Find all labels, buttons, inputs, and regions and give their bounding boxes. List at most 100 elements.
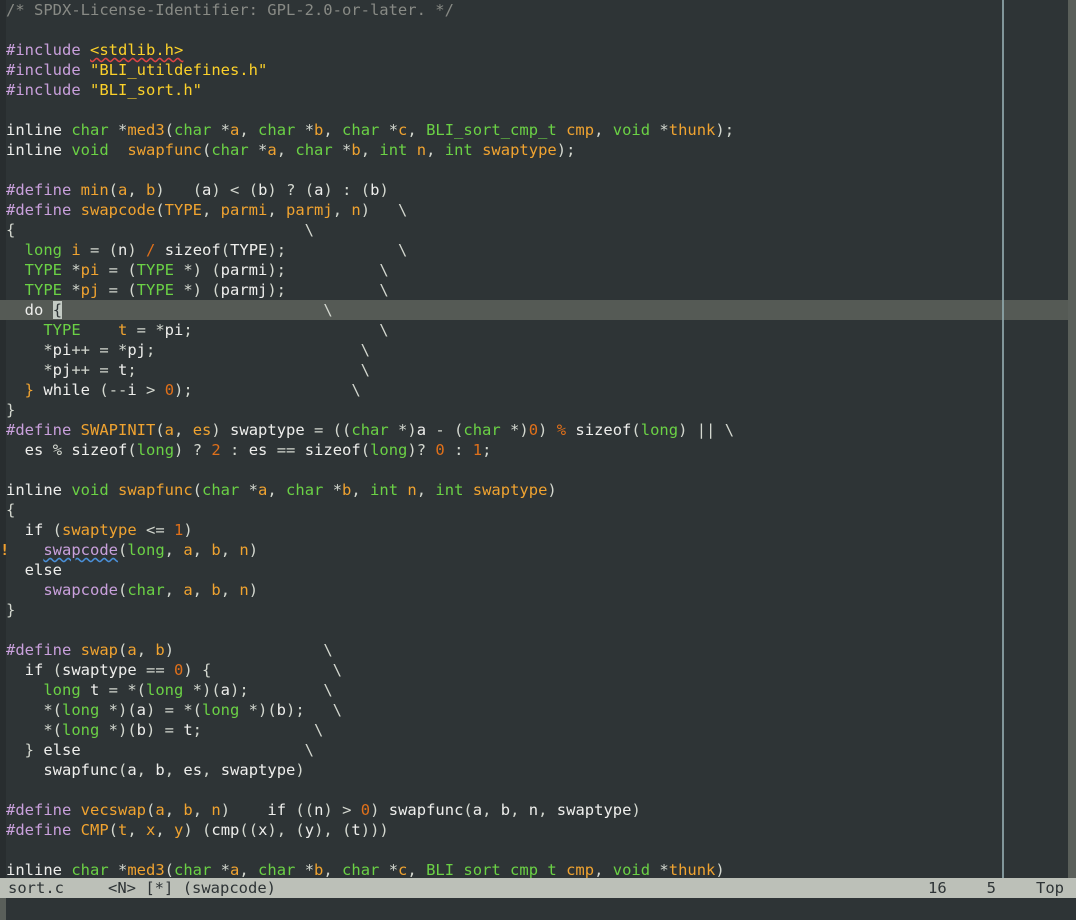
code-line[interactable]: { — [0, 500, 1068, 520]
code-line[interactable] — [0, 460, 1068, 480]
code-token: t — [351, 821, 361, 839]
code-line[interactable]: #define vecswap(a, b, n) if ((n) > 0) sw… — [0, 800, 1068, 820]
code-token: * — [239, 481, 259, 499]
code-token: #define — [6, 201, 72, 219]
code-line[interactable]: long i = (n) / sizeof(TYPE); \ — [0, 240, 1068, 260]
code-line[interactable]: swapcode(char, a, b, n) — [0, 580, 1068, 600]
code-token: ( — [43, 661, 63, 679]
code-line[interactable]: #include "BLI_sort.h" — [0, 80, 1068, 100]
code-line[interactable]: TYPE t = *pi; \ — [0, 320, 1068, 340]
code-line[interactable]: #define CMP(t, x, y) (cmp((x), (y), (t))… — [0, 820, 1068, 840]
code-line[interactable]: *pi++ = *pj; \ — [0, 340, 1068, 360]
code-line[interactable]: #include "BLI_utildefines.h" — [0, 60, 1068, 80]
code-line[interactable]: *pj++ = t; \ — [0, 360, 1068, 380]
code-token: ( — [155, 421, 165, 439]
code-line[interactable]: ! swapcode(long, a, b, n) — [0, 540, 1068, 560]
code-line[interactable] — [0, 840, 1068, 860]
code-token: a — [118, 181, 128, 199]
code-line[interactable]: inline void swapfunc(char *a, char *b, i… — [0, 140, 1068, 160]
code-line[interactable]: } while (--i > 0); \ — [0, 380, 1068, 400]
code-line[interactable] — [0, 620, 1068, 640]
code-line[interactable]: long t = *(long *)(a); \ — [0, 680, 1068, 700]
editor-buffer[interactable]: /* SPDX-License-Identifier: GPL-2.0-or-l… — [0, 0, 1076, 878]
code-line[interactable]: #define swapcode(TYPE, parmi, parmj, n) … — [0, 200, 1068, 220]
code-token: cmp — [566, 861, 595, 878]
code-token: 1 — [472, 441, 483, 459]
code-token: , — [510, 801, 529, 819]
code-line[interactable]: } — [0, 400, 1068, 420]
vertical-scrollbar[interactable] — [1068, 0, 1076, 878]
code-line[interactable]: TYPE *pj = (TYPE *) (parmj); \ — [0, 280, 1068, 300]
command-line[interactable] — [0, 898, 1076, 920]
code-token: = ( — [99, 281, 137, 299]
code-line[interactable]: #define swap(a, b) \ — [0, 640, 1068, 660]
code-token: ) — [248, 581, 259, 599]
code-token: BLI_sort_cmp_t — [426, 121, 557, 139]
code-token: pj — [52, 361, 72, 379]
code-token: <= — [136, 521, 174, 539]
code-line[interactable]: do { \ — [0, 300, 1068, 320]
code-token: ; — [482, 441, 492, 459]
code-token: } — [6, 601, 16, 619]
code-line[interactable]: #define min(a, b) (a) < (b) ? (a) : (b) — [0, 180, 1068, 200]
vim-editor-window: /* SPDX-License-Identifier: GPL-2.0-or-l… — [0, 0, 1076, 920]
code-lines-container[interactable]: /* SPDX-License-Identifier: GPL-2.0-or-l… — [0, 0, 1068, 878]
code-line[interactable]: *(long *)(b) = t; \ — [0, 720, 1068, 740]
code-line[interactable]: *(long *)(a) = *(long *)(b); \ — [0, 700, 1068, 720]
code-token: b — [155, 641, 165, 659]
code-line[interactable]: #define SWAPINIT(a, es) swaptype = ((cha… — [0, 420, 1068, 440]
code-token: swaptype — [62, 661, 137, 679]
code-line[interactable]: /* SPDX-License-Identifier: GPL-2.0-or-l… — [0, 0, 1068, 20]
code-line[interactable]: if (swaptype == 0) { \ — [0, 660, 1068, 680]
code-token: \ — [15, 221, 314, 239]
code-token: 0 — [174, 661, 184, 679]
code-token: ; — [183, 321, 193, 339]
code-token: #include — [6, 41, 81, 59]
code-line[interactable] — [0, 780, 1068, 800]
code-line[interactable]: swapfunc(a, b, es, swaptype) — [0, 760, 1068, 780]
code-token: ) ( — [155, 181, 203, 199]
code-line[interactable]: es % sizeof(long) ? 2 : es == sizeof(lon… — [0, 440, 1068, 460]
code-token: c — [398, 861, 408, 878]
code-line[interactable]: else — [0, 560, 1068, 580]
code-token: ( — [127, 441, 137, 459]
code-token: inline — [6, 121, 62, 139]
code-token: n — [407, 481, 417, 499]
code-line[interactable]: #include <stdlib.h> — [0, 40, 1068, 60]
code-line[interactable]: inline char *med3(char *a, char *b, char… — [0, 860, 1068, 878]
code-line[interactable]: TYPE *pi = (TYPE *) (parmi); \ — [0, 260, 1068, 280]
code-token: void — [71, 141, 109, 159]
code-token: * — [650, 861, 669, 878]
code-line[interactable] — [0, 20, 1068, 40]
code-line[interactable]: { \ — [0, 220, 1068, 240]
code-token: BLI_sort_cmp_t — [426, 861, 557, 878]
code-token: #include — [6, 61, 81, 79]
status-line-number: 16 — [927, 879, 947, 897]
code-line[interactable]: if (swaptype <= 1) — [0, 520, 1068, 540]
code-token: ) — [370, 801, 389, 819]
code-token: * — [6, 341, 53, 359]
code-line[interactable]: } — [0, 600, 1068, 620]
code-token: n — [314, 801, 324, 819]
code-line[interactable] — [0, 100, 1068, 120]
code-line[interactable]: inline void swapfunc(char *a, char *b, i… — [0, 480, 1068, 500]
code-token: pi — [164, 321, 184, 339]
code-token: int — [370, 481, 399, 499]
code-line[interactable]: } else \ — [0, 740, 1068, 760]
diagnostic-warning-icon[interactable]: ! — [0, 540, 9, 560]
code-token: char — [258, 121, 296, 139]
code-line[interactable]: inline char *med3(char *a, char *b, char… — [0, 120, 1068, 140]
code-token: inline — [6, 141, 62, 159]
code-token: , — [164, 581, 184, 599]
code-line[interactable] — [0, 160, 1068, 180]
